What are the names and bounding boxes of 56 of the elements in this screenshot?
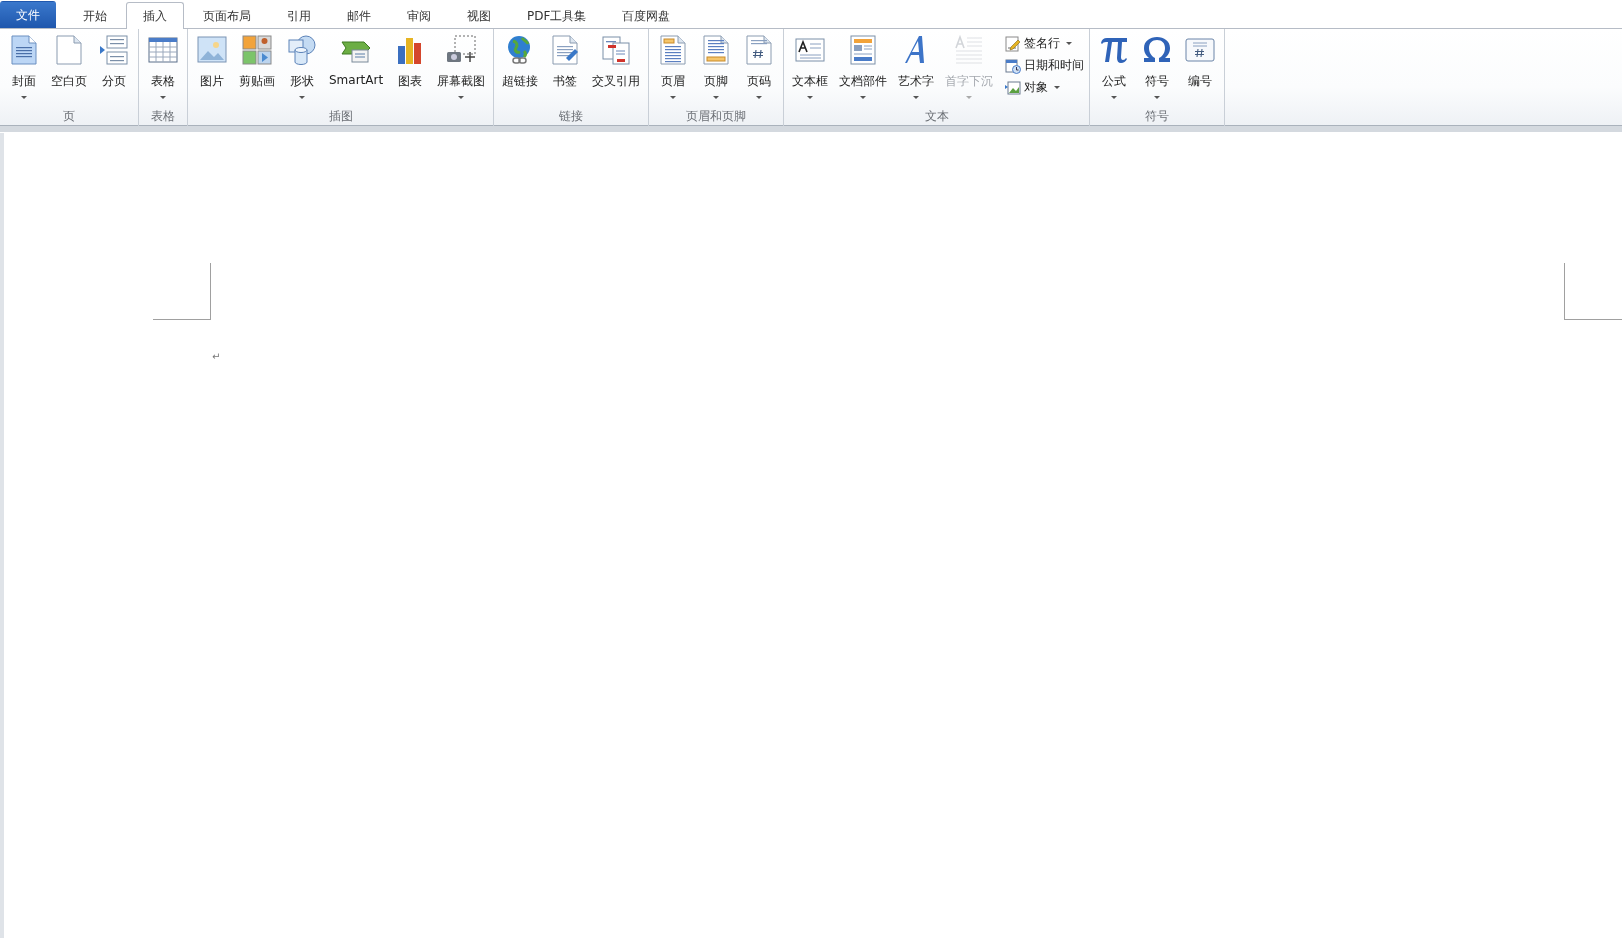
margin-corner-mark xyxy=(153,263,211,320)
ribbon-button[interactable]: 签名行 xyxy=(1003,34,1087,53)
picture-icon xyxy=(196,34,228,66)
ribbon-button[interactable]: 书签 xyxy=(544,32,587,102)
ribbon-button[interactable]: 超链接 xyxy=(497,32,544,102)
paragraph-mark: ↵ xyxy=(212,351,221,362)
blank-page-icon xyxy=(53,34,85,66)
document-icon xyxy=(8,34,40,66)
ribbon-button[interactable]: 文本框 xyxy=(787,32,834,102)
group-label: 链接 xyxy=(558,108,585,125)
ribbon-button[interactable]: SmartArt xyxy=(324,32,389,102)
ribbon-tab[interactable]: 邮件 xyxy=(330,2,388,28)
group-label: 插图 xyxy=(327,108,354,125)
clip-art-icon xyxy=(241,34,273,66)
group-label: 页 xyxy=(62,108,76,125)
group-label: 文本 xyxy=(923,108,950,125)
group-label: 表格 xyxy=(150,108,176,125)
group-label: 符号 xyxy=(1144,108,1171,125)
ribbon-tab[interactable]: 开始 xyxy=(66,2,124,28)
signature-icon xyxy=(1005,35,1022,52)
ribbon-tab[interactable]: 视图 xyxy=(450,2,508,28)
ribbon-tab[interactable]: 百度网盘 xyxy=(605,2,688,28)
file-tab[interactable]: 文件 xyxy=(0,1,56,28)
group-label: 页眉和页脚 xyxy=(685,108,748,125)
ribbon-tab[interactable]: 插入 xyxy=(126,2,184,29)
ribbon-button[interactable]: 剪贴画 xyxy=(234,32,280,102)
calendar-clock-icon xyxy=(1005,57,1022,74)
documents-icon xyxy=(600,34,633,66)
ribbon-button[interactable]: 图片 xyxy=(191,32,233,102)
ribbon-button[interactable]: 公式 xyxy=(1093,32,1136,102)
ribbon-button[interactable]: 日期和时间 xyxy=(1003,56,1087,75)
ribbon-button[interactable]: 表格 xyxy=(142,32,184,102)
ribbon-button[interactable]: 页脚 xyxy=(695,32,738,102)
ribbon-button[interactable]: 页码 xyxy=(738,32,781,102)
ribbon-button[interactable]: 分页 xyxy=(93,32,135,102)
ribbon-button[interactable]: 交叉引用 xyxy=(587,32,646,102)
ribbon-button[interactable]: 封面 xyxy=(3,32,45,102)
margin-corner-mark xyxy=(1564,263,1622,320)
shapes-icon xyxy=(286,34,318,66)
ribbon-button[interactable]: 形状 xyxy=(281,32,323,102)
ribbon-button[interactable]: 空白页 xyxy=(46,32,92,102)
ribbon-button[interactable]: 图表 xyxy=(389,32,432,102)
ribbon-button[interactable]: 艺术字 xyxy=(893,32,940,102)
ribbon-tab[interactable]: 页面布局 xyxy=(186,2,268,28)
ribbon-button[interactable]: 编号 xyxy=(1179,32,1222,102)
ribbon-button[interactable]: 屏幕截图 xyxy=(432,32,491,102)
ribbon-button[interactable]: 符号 xyxy=(1136,32,1179,102)
ribbon-button[interactable]: 文档部件 xyxy=(834,32,893,102)
ribbon-tab[interactable]: 引用 xyxy=(270,2,328,28)
object-icon xyxy=(1005,79,1022,96)
ribbon-tab[interactable]: 审阅 xyxy=(390,2,448,28)
ribbon-button[interactable]: 页眉 xyxy=(652,32,695,102)
page-break-icon xyxy=(98,34,130,66)
ribbon-tab[interactable]: PDF工具集 xyxy=(510,2,604,28)
table-icon xyxy=(147,34,179,66)
ribbon-button[interactable]: 对象 xyxy=(1003,78,1087,97)
